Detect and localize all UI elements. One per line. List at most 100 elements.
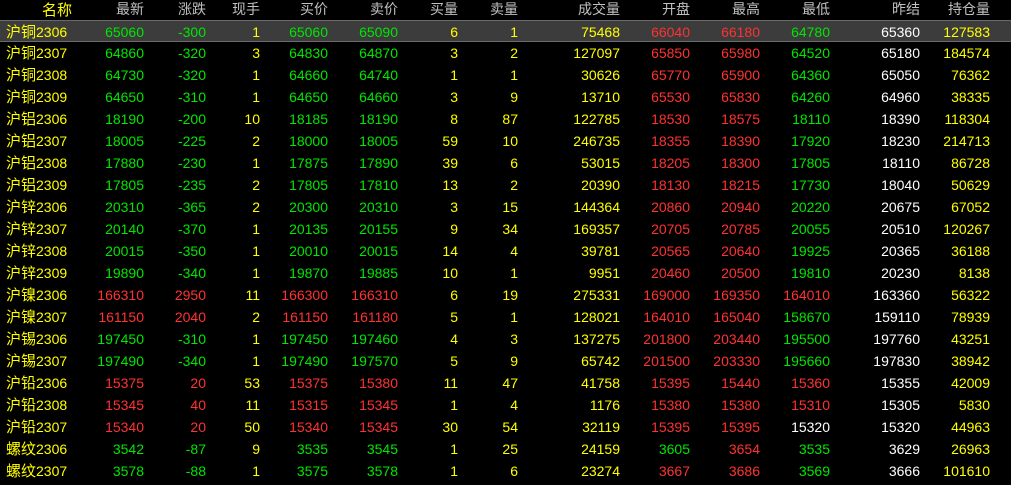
quote-row[interactable]: 沪铜2306 65060 -300 1 65060 65090 6 1 75468 66040 66… (0, 20, 1011, 42)
bid-volume-cell: 10 (442, 265, 458, 281)
ask-price-cell: 15345 (359, 397, 398, 413)
ask-volume-cell: 1 (510, 309, 518, 325)
contract-name: 沪铜 (6, 44, 37, 62)
quote-row[interactable]: 沪锌2306 20310 -365 2 20300 20310 3 15 144364 20860… (0, 196, 1011, 218)
volume-cell: 24159 (581, 441, 620, 457)
last-price-cell: 19890 (105, 265, 144, 281)
header-open-price[interactable]: 开盘 (620, 0, 690, 20)
current-hand-cell: 50 (244, 419, 260, 435)
open-interest-cell: 26963 (951, 441, 990, 457)
open-price-cell: 65530 (651, 89, 690, 105)
quote-row[interactable]: 沪锡2306 197450 -310 1 197450 197460 4 3 137275 201… (0, 328, 1011, 350)
current-hand-cell: 3 (252, 45, 260, 61)
quote-row[interactable]: 沪铝2309 17805 -235 2 17805 17810 13 2 20390 18130 1… (0, 174, 1011, 196)
prev-settle-cell: 18390 (881, 111, 920, 127)
quote-row[interactable]: 螺纹2306 3542 -87 9 3535 3545 1 25 24159 3605 3654 35… (0, 438, 1011, 460)
volume-cell: 1176 (589, 397, 620, 413)
last-price-cell: 15345 (105, 397, 144, 413)
low-price-cell: 195660 (783, 353, 830, 369)
change-cell: -320 (177, 67, 206, 83)
quote-row[interactable]: 沪镍2306 166310 2950 11 166300 166310 6 19 275331 1… (0, 284, 1011, 306)
quote-row[interactable]: 沪铅2308 15345 40 11 15315 15345 1 4 1176 15380 1538… (0, 394, 1011, 416)
header-volume[interactable]: 成交量 (518, 0, 620, 20)
quote-row[interactable]: 沪铅2306 15375 20 53 15375 15380 11 47 41758 15395 1… (0, 372, 1011, 394)
open-price-cell: 15395 (651, 375, 690, 391)
high-price-cell: 65900 (721, 67, 760, 83)
change-cell: -365 (177, 199, 206, 215)
quote-row[interactable]: 沪锌2307 20140 -370 1 20135 20155 9 34 169357 20705… (0, 218, 1011, 240)
prev-settle-cell: 20510 (881, 221, 920, 237)
bid-price-cell: 3575 (296, 463, 328, 479)
ask-price-cell: 20015 (359, 243, 398, 259)
header-bid-price[interactable]: 买价 (260, 0, 328, 20)
ask-price-cell: 3545 (366, 441, 398, 457)
ask-price-cell: 15380 (359, 375, 398, 391)
ask-volume-cell: 15 (502, 199, 518, 215)
header-bid-volume[interactable]: 买量 (398, 0, 458, 20)
volume-cell: 30626 (581, 67, 620, 83)
header-last-price[interactable]: 最新 (76, 0, 144, 20)
header-name[interactable]: 名称 (0, 0, 72, 20)
current-hand-cell: 10 (244, 111, 260, 127)
header-prev-settle[interactable]: 昨结 (830, 0, 920, 20)
contract-name: 沪铅 (6, 418, 37, 436)
open-price-cell: 20860 (651, 199, 690, 215)
prev-settle-cell: 15320 (881, 419, 920, 435)
open-price-cell: 15380 (651, 397, 690, 413)
bid-price-cell: 166300 (281, 287, 328, 303)
bid-price-cell: 64650 (289, 89, 328, 105)
contract-name: 沪锌 (6, 264, 37, 282)
ask-price-cell: 17890 (359, 155, 398, 171)
ask-price-cell: 65090 (359, 24, 398, 40)
bid-volume-cell: 4 (450, 331, 458, 347)
bid-volume-cell: 1 (450, 463, 458, 479)
header-low-price[interactable]: 最低 (760, 0, 830, 20)
contract-name: 沪锌 (6, 198, 37, 216)
contract-code: 2308 (36, 155, 68, 171)
header-change[interactable]: 涨跌 (144, 0, 206, 20)
header-current-hand[interactable]: 现手 (206, 0, 260, 20)
bid-volume-cell: 1 (450, 67, 458, 83)
header-ask-volume[interactable]: 卖量 (458, 0, 518, 20)
bid-price-cell: 18185 (289, 111, 328, 127)
quote-row[interactable]: 沪锌2308 20015 -350 1 20010 20015 14 4 39781 20565 2… (0, 240, 1011, 262)
quote-row[interactable]: 沪镍2307 161150 2040 2 161150 161180 5 1 128021 164… (0, 306, 1011, 328)
bid-price-cell: 161150 (282, 309, 328, 325)
prev-settle-cell: 65360 (881, 24, 920, 40)
quote-row[interactable]: 沪铝2308 17880 -230 1 17875 17890 39 6 53015 18205 1… (0, 152, 1011, 174)
header-ask-price[interactable]: 卖价 (328, 0, 398, 20)
quote-row[interactable]: 沪锌2309 19890 -340 1 19870 19885 10 1 9951 20460 20… (0, 262, 1011, 284)
quote-row[interactable]: 沪铝2306 18190 -200 10 18185 18190 8 87 122785 1853… (0, 108, 1011, 130)
last-price-cell: 15375 (105, 375, 144, 391)
quote-row[interactable]: 沪铜2308 64730 -320 1 64660 64740 1 1 30626 65770 65… (0, 64, 1011, 86)
current-hand-cell: 11 (245, 397, 260, 413)
quote-row[interactable]: 沪铜2309 64650 -310 1 64650 64660 3 9 13710 65530 65… (0, 86, 1011, 108)
open-price-cell: 18355 (651, 133, 690, 149)
last-price-cell: 20310 (105, 199, 144, 215)
open-price-cell: 201500 (643, 353, 690, 369)
high-price-cell: 18575 (721, 111, 760, 127)
header-open-interest[interactable]: 持仓量 (920, 0, 990, 20)
open-interest-cell: 118304 (944, 111, 990, 127)
open-price-cell: 15395 (651, 419, 690, 435)
low-price-cell: 20055 (791, 221, 830, 237)
ask-price-cell: 20310 (359, 199, 398, 215)
low-price-cell: 64780 (791, 24, 830, 40)
quote-row[interactable]: 螺纹2307 3578 -88 1 3575 3578 1 6 23274 3667 3686 356… (0, 460, 1011, 482)
bid-price-cell: 20300 (289, 199, 328, 215)
quote-row[interactable]: 沪锡2307 197490 -340 1 197490 197570 5 9 65742 2015… (0, 350, 1011, 372)
bid-price-cell: 20010 (289, 243, 328, 259)
quote-row[interactable]: 沪铝2307 18005 -225 2 18000 18005 59 10 246735 1835… (0, 130, 1011, 152)
quote-row[interactable]: 沪铅2307 15340 20 50 15340 15345 30 54 32119 15395 1… (0, 416, 1011, 438)
high-price-cell: 18300 (721, 155, 760, 171)
ask-price-cell: 19885 (359, 265, 398, 281)
header-high-price[interactable]: 最高 (690, 0, 760, 20)
last-price-cell: 64860 (105, 45, 144, 61)
contract-code: 2307 (36, 45, 68, 61)
prev-settle-cell: 197830 (873, 353, 920, 369)
contract-code: 2309 (36, 89, 68, 105)
low-price-cell: 3535 (798, 441, 830, 457)
ask-volume-cell: 2 (510, 177, 518, 193)
quote-row[interactable]: 沪铜2307 64860 -320 3 64830 64870 3 2 127097 65850 6… (0, 42, 1011, 64)
change-cell: -230 (177, 155, 206, 171)
